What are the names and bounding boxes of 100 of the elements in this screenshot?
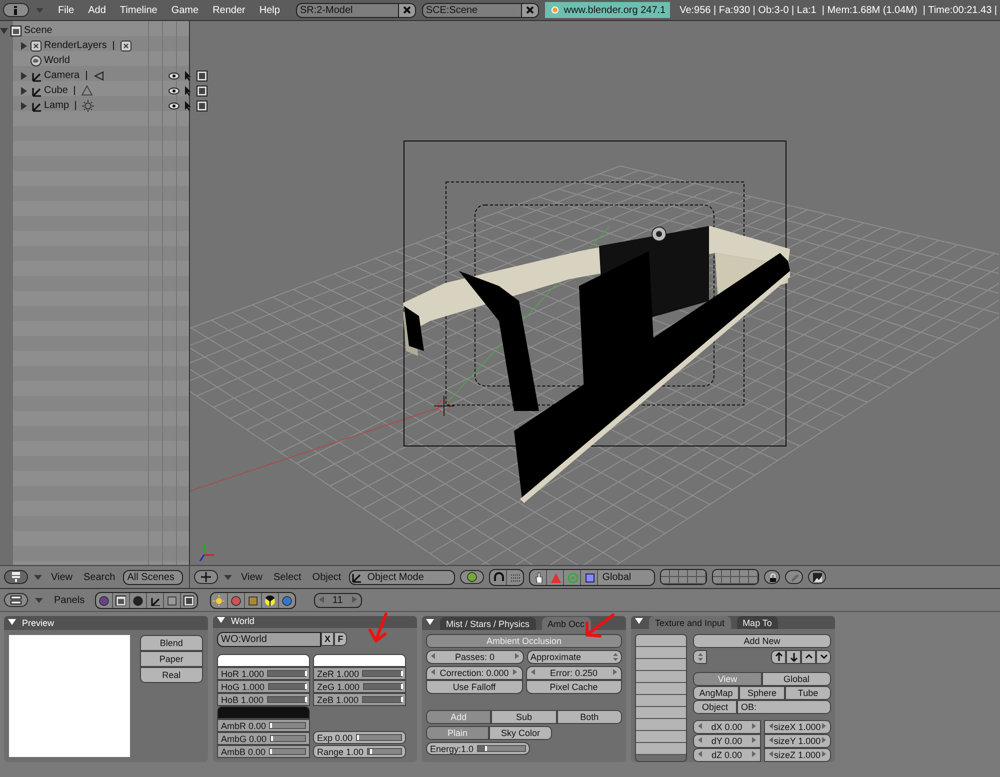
collapsed-arrow-icon[interactable] [20,102,28,110]
texture-channel-list[interactable] [635,634,687,762]
cursor-icon[interactable] [182,84,194,96]
color-swatch[interactable] [217,654,310,667]
mapping-button[interactable]: Tube [785,686,831,700]
editor-type-button[interactable] [4,570,28,584]
cursor-icon[interactable] [182,70,194,82]
menu-item[interactable]: Game [167,4,203,16]
value-slider[interactable]: AmbG 0.00 [217,732,310,745]
scope-dropdown[interactable]: All Scenes [123,570,184,584]
panel-tab[interactable]: Texture and Input [649,616,731,629]
value-slider[interactable]: ZeG 1.000 [313,680,406,693]
context-button-group[interactable] [94,592,198,608]
collapse-arrow-icon[interactable] [635,617,643,625]
frame-number-field[interactable]: 11 [314,592,362,608]
visibility-icon[interactable] [168,70,180,82]
outliner-item[interactable]: RenderLayers [44,40,107,51]
number-field[interactable]: Error: 0.250 [526,666,622,680]
value-slider[interactable]: HoR 1.000 [217,667,310,680]
value-slider[interactable]: ZeB 1.000 [313,693,406,706]
context-button[interactable] [180,592,197,608]
outliner-item[interactable]: Cube [44,85,68,96]
menu-item[interactable]: Help [255,4,284,16]
lock-button[interactable] [764,570,780,584]
number-field[interactable]: sizeY 1.000 [764,734,831,748]
value-slider[interactable]: HoG 1.000 [217,680,310,693]
render-icon[interactable] [196,70,208,82]
menu-item[interactable]: View [48,572,76,582]
menu-item[interactable]: View [238,572,266,582]
value-slider[interactable]: AmbB 0.00 [217,745,310,758]
button[interactable]: Real [140,667,203,683]
outliner-item[interactable]: Camera [44,70,80,81]
mode-button[interactable]: Both [556,710,622,724]
subcontext-button[interactable] [210,592,228,608]
layer-buttons[interactable] [660,569,708,585]
mapping-button[interactable]: Sphere [739,686,785,700]
dropdown-icon[interactable] [34,596,44,604]
expanded-arrow-icon[interactable] [0,26,8,34]
outliner-item[interactable]: Lamp [44,100,70,111]
value-slider[interactable]: AmbR 0.00 [217,719,310,732]
dropdown-icon[interactable] [33,572,43,582]
draw-type-button[interactable] [460,570,484,584]
number-field[interactable]: Correction: 0.000 [426,666,522,680]
panel-tab[interactable]: Mist / Stars / Physics [440,617,536,630]
menu-item[interactable]: Search [80,572,118,582]
collapsed-arrow-icon[interactable] [20,72,28,80]
number-field[interactable]: sizeX 1.000 [764,720,831,734]
icon-button[interactable] [801,650,816,664]
value-slider[interactable]: Energy:1.0 [426,742,530,755]
collapse-arrow-icon[interactable] [217,616,225,624]
value-slider[interactable]: ZeR 1.000 [313,667,406,680]
icon-button[interactable] [771,650,786,664]
menu-item[interactable]: Object [309,572,344,582]
editor-type-button[interactable] [4,593,28,607]
icon-button[interactable] [786,650,801,664]
render-icon[interactable] [196,100,208,112]
mode-dropdown[interactable]: Object Mode [349,570,456,584]
menu-item[interactable]: Render [208,4,250,16]
number-field[interactable]: dX 0.00 [693,720,760,734]
screen-field[interactable]: SR:2-Model [296,2,416,18]
layer-buttons[interactable] [712,569,760,585]
info-button[interactable] [3,3,29,17]
name-field[interactable]: WO:World [217,632,321,647]
color-swatch[interactable] [217,706,310,719]
context-button[interactable] [112,592,130,608]
method-dropdown[interactable]: Approximate [526,650,622,664]
panel-tab[interactable]: Amb Occ [542,617,591,630]
visibility-icon[interactable] [168,100,180,112]
cursor-icon[interactable] [182,100,194,112]
color-swatch[interactable] [313,654,406,667]
collapse-arrow-icon[interactable] [426,618,434,626]
number-field[interactable]: sizeZ 1.000 [764,748,831,762]
visibility-icon[interactable] [168,84,180,96]
collapsed-arrow-icon[interactable] [20,42,28,50]
render-button[interactable] [808,570,826,584]
mode-button[interactable]: Sky Color [489,726,552,740]
render-icon[interactable] [196,84,208,96]
coordinate-button[interactable]: Global [762,672,831,686]
menu-item[interactable]: Timeline [116,4,162,16]
name-input-field[interactable]: OB: [737,700,831,714]
browse-button[interactable] [693,650,707,664]
toggle-button[interactable]: Pixel Cache [526,680,622,694]
object-button[interactable]: Object [693,700,737,714]
outliner-item[interactable]: Scene [24,25,52,36]
menu-item[interactable]: File [54,4,78,16]
toggle-button[interactable]: Use Falloff [426,680,522,694]
icon-button[interactable] [816,650,831,664]
dropdown-icon[interactable] [223,572,233,582]
menu-item[interactable]: Select [270,572,304,582]
value-slider[interactable]: Range 1.00 [313,745,406,758]
menu-item[interactable]: Add [84,4,110,16]
number-field[interactable]: dZ 0.00 [693,748,760,762]
mapping-button[interactable]: AngMap [693,686,739,700]
number-field[interactable]: dY 0.00 [693,734,760,748]
outliner-item[interactable]: World [44,55,70,66]
value-slider[interactable]: HoB 1.000 [217,693,310,706]
value-slider[interactable]: Exp 0.00 [313,731,406,744]
collapse-arrow-icon[interactable] [8,618,16,626]
button[interactable]: Paper [140,651,203,667]
link-button[interactable] [785,570,804,584]
